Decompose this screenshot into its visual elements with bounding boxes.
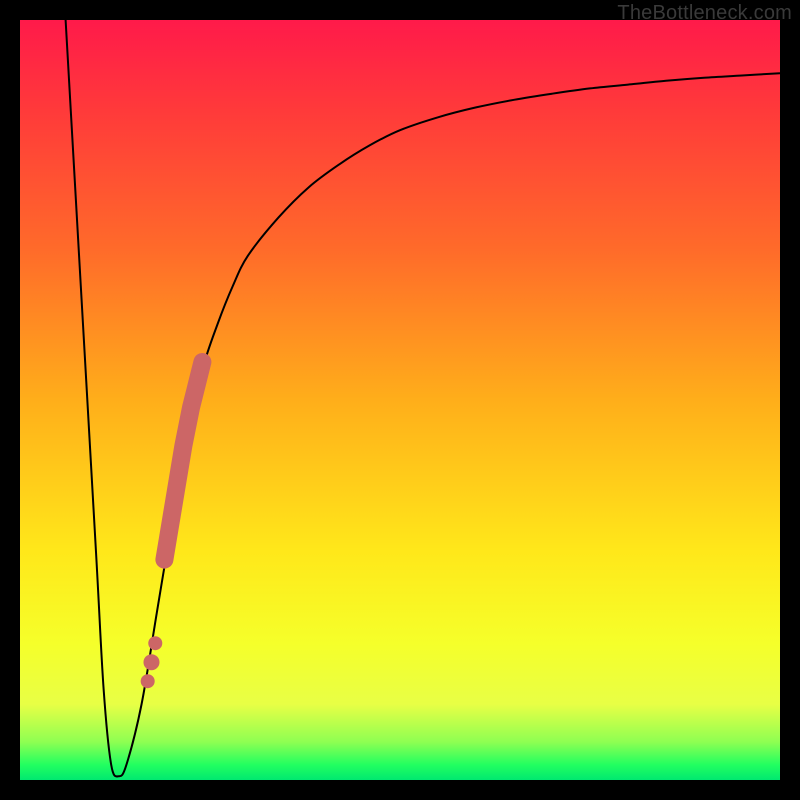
chart-frame: TheBottleneck.com <box>0 0 800 800</box>
chart-svg <box>20 20 780 780</box>
overlay-dot <box>143 654 159 670</box>
overlay-dot <box>141 674 155 688</box>
bottleneck-curve <box>66 20 780 776</box>
overlay-segment-main <box>164 362 202 560</box>
overlay-dot <box>148 636 162 650</box>
plot-area <box>20 20 780 780</box>
